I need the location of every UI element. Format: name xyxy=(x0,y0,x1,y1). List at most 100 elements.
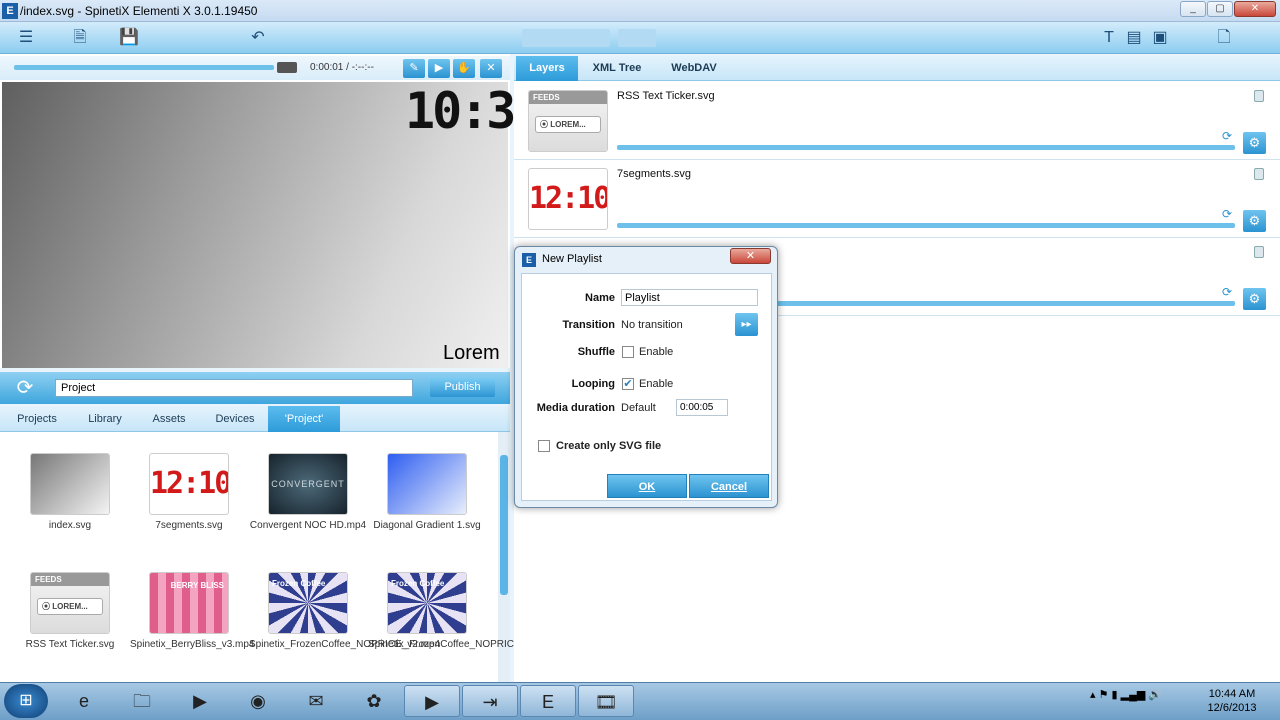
shuffle-checkbox[interactable] xyxy=(622,346,634,358)
close-button[interactable]: ✕ xyxy=(1234,1,1276,17)
repeat-icon[interactable]: ⟳ xyxy=(1222,207,1232,221)
duration-default-text: Default xyxy=(621,402,656,414)
system-tray[interactable]: ▴ ⚑ ▮ ▂▄▆ 🔊 xyxy=(1090,688,1162,701)
looping-label: Looping xyxy=(571,378,615,390)
preview-ticker-text: Lorem xyxy=(443,342,500,364)
chrome-icon[interactable]: ◉ xyxy=(230,685,286,717)
looping-enable-text: Enable xyxy=(639,378,674,390)
add-media-icon[interactable]: ▣ xyxy=(1148,26,1172,50)
tab-library[interactable]: Library xyxy=(72,406,138,432)
asset-thumbnail[interactable]: CONVERGENT xyxy=(268,453,348,515)
undo-icon[interactable]: ↶ xyxy=(246,26,270,50)
shuffle-label: Shuffle xyxy=(577,346,615,358)
lock-icon[interactable] xyxy=(1254,246,1264,258)
segments-thumb-text: 12:10 xyxy=(150,466,229,501)
gear-icon[interactable]: ⚙ xyxy=(1243,210,1266,232)
media-duration-input[interactable] xyxy=(676,399,728,416)
start-button[interactable]: ⊞ xyxy=(4,684,48,718)
asset-thumbnail[interactable]: Frozen Coffee xyxy=(387,572,467,634)
scrollbar-thumb[interactable] xyxy=(500,455,508,595)
layer-name: RSS Text Ticker.svg xyxy=(617,90,715,102)
explorer-icon[interactable]: 🗀 xyxy=(114,685,170,717)
asset-thumbnail[interactable]: Frozen Coffee xyxy=(268,572,348,634)
tab-projects[interactable]: Projects xyxy=(4,406,70,432)
cancel-button[interactable]: Cancel xyxy=(689,474,769,498)
transition-value: No transition xyxy=(621,319,683,331)
play-icon[interactable]: ▶ xyxy=(428,59,450,78)
playback-progress[interactable] xyxy=(14,65,274,70)
layer-timeline-bar[interactable] xyxy=(617,223,1235,228)
flower-icon[interactable]: ✿ xyxy=(346,685,402,717)
tab-assets[interactable]: Assets xyxy=(138,406,200,432)
asset-thumbnail[interactable] xyxy=(30,453,110,515)
dialog-close-button[interactable]: ✕ xyxy=(730,248,771,264)
add-text-icon[interactable]: T xyxy=(1097,26,1121,50)
svg-only-checkbox[interactable] xyxy=(538,440,550,452)
new-icon[interactable]: 🗎 xyxy=(68,26,92,50)
asset-name: Convergent NOC HD.mp4 xyxy=(249,520,367,531)
layer-timeline-bar[interactable] xyxy=(617,145,1235,150)
lock-icon[interactable] xyxy=(1254,90,1264,102)
document-icon[interactable]: 🗋 xyxy=(1212,26,1236,50)
layer-name: 7segments.svg xyxy=(617,168,691,180)
video-icon[interactable]: ▶ xyxy=(404,685,460,717)
tab-layers[interactable]: Layers xyxy=(516,56,578,81)
asset-thumbnail[interactable] xyxy=(387,453,467,515)
add-layer-icon[interactable]: ▤ xyxy=(1122,26,1146,50)
transition-edit-button[interactable]: ▸▸ xyxy=(735,313,758,336)
repeat-icon[interactable]: ⟳ xyxy=(1222,129,1232,143)
asset-name: index.svg xyxy=(48,520,92,531)
tray-time: 10:44 AM xyxy=(1208,688,1256,700)
layer-thumbnail: FEEDS ⦿ LOREM... xyxy=(528,90,608,152)
asset-name: RSS Text Ticker.svg xyxy=(25,639,115,650)
tray-clock[interactable]: 10:44 AM 12/6/2013 xyxy=(1196,687,1268,715)
pin-icon[interactable]: ✎ xyxy=(403,59,425,78)
elementi-icon[interactable]: E xyxy=(520,685,576,717)
installer-icon[interactable]: ⇥ xyxy=(462,685,518,717)
refresh-icon[interactable]: ⟳ xyxy=(12,376,38,400)
tray-date: 12/6/2013 xyxy=(1207,702,1257,714)
layer-row[interactable]: FEEDS ⦿ LOREM... RSS Text Ticker.svg ⟳ ⚙ xyxy=(514,82,1280,160)
save-icon[interactable]: 💾 xyxy=(117,26,141,50)
tab-webdav[interactable]: WebDAV xyxy=(660,56,728,81)
tab-xml-tree[interactable]: XML Tree xyxy=(582,56,652,81)
media-duration-label: Media duration xyxy=(536,402,615,414)
hand-icon[interactable]: ✋ xyxy=(453,59,475,78)
svg-only-label: Create only SVG file xyxy=(556,440,662,452)
looping-checkbox[interactable]: ✔ xyxy=(622,378,634,390)
tab-project[interactable]: 'Project' xyxy=(268,406,340,432)
asset-thumbnail[interactable]: FEEDS ⦿ LOREM... xyxy=(30,572,110,634)
lock-icon[interactable] xyxy=(1254,168,1264,180)
stop-button[interactable] xyxy=(277,62,297,73)
publish-button[interactable]: Publish xyxy=(430,378,495,397)
asset-thumbnail[interactable]: BERRY BLISS xyxy=(149,572,229,634)
gear-icon[interactable]: ⚙ xyxy=(1243,132,1266,154)
media-player-icon[interactable]: ▶ xyxy=(172,685,228,717)
ok-button[interactable]: OK xyxy=(607,474,687,498)
outlook-icon[interactable]: ✉ xyxy=(288,685,344,717)
film-icon[interactable]: 🎞 xyxy=(578,685,634,717)
maximize-button[interactable]: ▢ xyxy=(1207,1,1233,17)
name-label: Name xyxy=(585,292,615,304)
layer-row[interactable]: 12:10 7segments.svg ⟳ ⚙ xyxy=(514,160,1280,238)
toolbar-field[interactable] xyxy=(522,29,610,47)
dialog-icon: E xyxy=(522,253,536,267)
window-title: /index.svg - SpinetiX Elementi X 3.0.1.1… xyxy=(20,4,258,18)
close-preview-icon[interactable]: ✕ xyxy=(480,59,502,78)
shuffle-enable-text: Enable xyxy=(639,346,674,358)
gear-icon[interactable]: ⚙ xyxy=(1243,288,1266,310)
layer-thumbnail: 12:10 xyxy=(528,168,608,230)
asset-name: Diagonal Gradient 1.svg xyxy=(373,520,481,531)
timecode: 0:00:01 / -:--:-- xyxy=(310,62,374,73)
tab-devices[interactable]: Devices xyxy=(202,406,268,432)
asset-thumbnail[interactable]: 12:10 xyxy=(149,453,229,515)
ie-icon[interactable]: e xyxy=(56,685,112,717)
repeat-icon[interactable]: ⟳ xyxy=(1222,285,1232,299)
toolbar-field-small[interactable] xyxy=(618,29,656,47)
project-input[interactable] xyxy=(55,379,413,397)
asset-name: Spinetix_FrozenCoffee_NOPRICE_v3.mp4 xyxy=(368,639,560,650)
minimize-button[interactable]: _ xyxy=(1180,1,1206,17)
playlist-name-input[interactable] xyxy=(621,289,758,306)
menu-icon[interactable]: ☰ xyxy=(14,26,38,50)
asset-name: Spinetix_FrozenCoffee_NOPRICE_v2.mp4 xyxy=(249,639,441,650)
